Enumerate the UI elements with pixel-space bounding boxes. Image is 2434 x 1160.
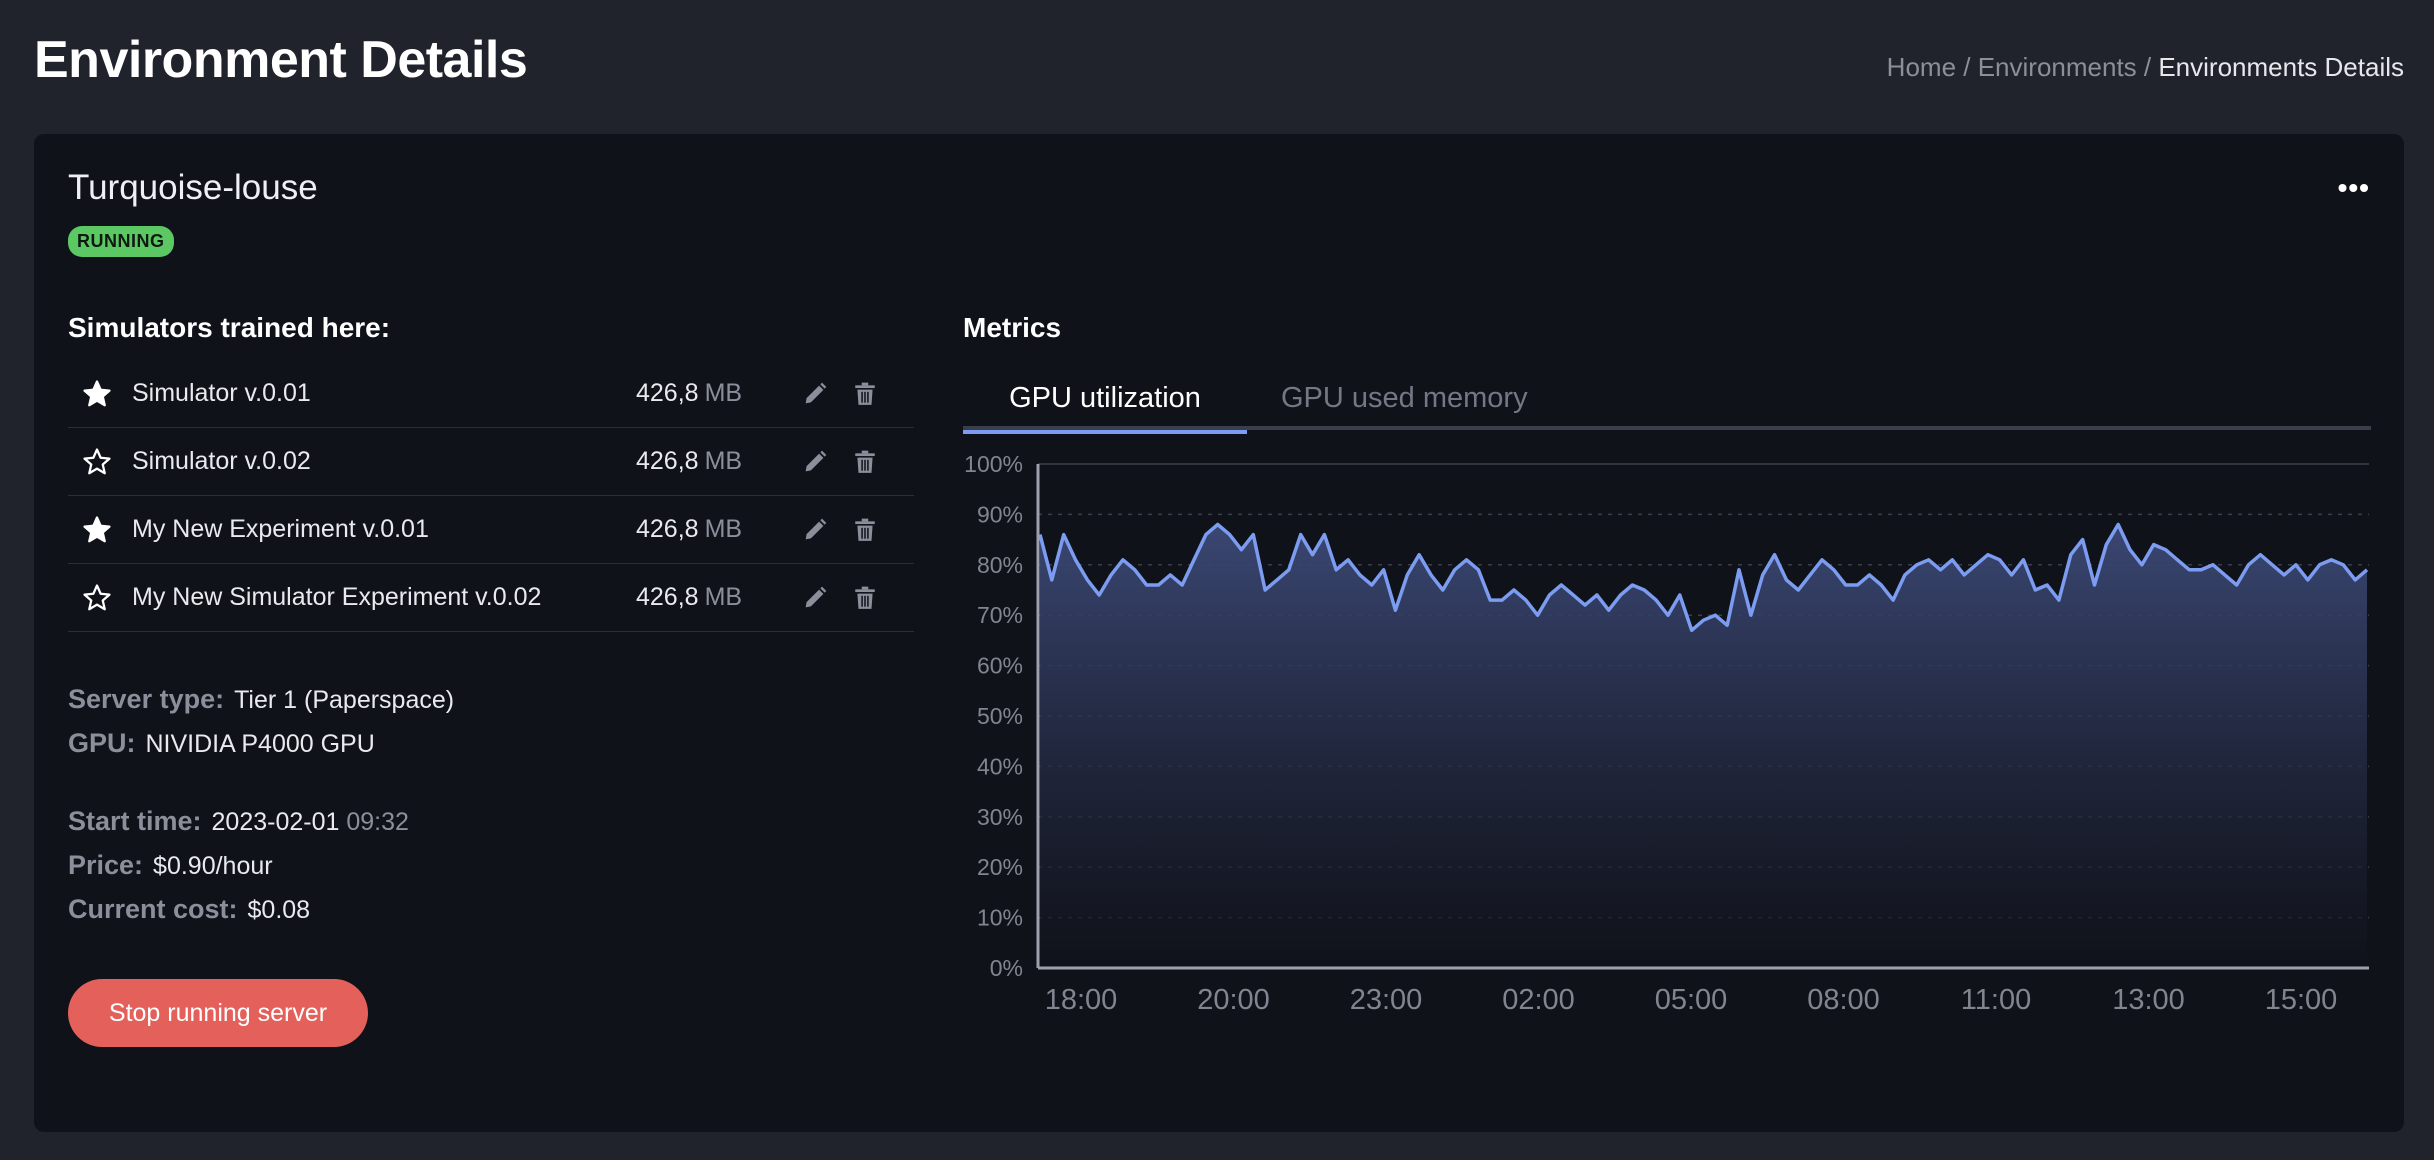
pencil-icon[interactable]: [801, 380, 829, 408]
simulator-size-value: 426,8: [636, 583, 699, 611]
environment-card: Turquoise-louse RUNNING ••• Simulators t…: [34, 134, 2404, 1132]
star-outline-icon[interactable]: [82, 447, 112, 477]
simulator-row[interactable]: Simulator v.0.01 426,8 MB: [68, 360, 914, 428]
simulator-name: My New Experiment v.0.01: [132, 515, 429, 543]
start-time-value: 09:32: [346, 808, 409, 836]
x-tick-label: 11:00: [1961, 984, 2031, 1014]
breadcrumb-current: Environments Details: [2158, 52, 2404, 82]
breadcrumb: Home / Environments / Environments Detai…: [1887, 52, 2404, 83]
server-type: Server type: Tier 1 (Paperspace): [68, 684, 454, 715]
server-type-value: Tier 1 (Paperspace): [234, 686, 455, 714]
star-filled-icon[interactable]: [82, 379, 112, 409]
simulators-list: Simulator v.0.01 426,8 MB Simulator v.0.0…: [68, 360, 914, 632]
server-type-label: Server type:: [68, 684, 225, 714]
x-tick-label: 05:00: [1655, 984, 1728, 1014]
y-tick-label: 0%: [990, 955, 1023, 981]
breadcrumb-environments-link[interactable]: Environments: [1978, 52, 2137, 82]
breadcrumb-home-link[interactable]: Home: [1887, 52, 1956, 82]
gpu-utilization-chart: 0% 10% 20% 30% 40% 50% 60% 70% 80% 90% 100% 18:00 20…: [964, 454, 2369, 1014]
start-time-label: Start time:: [68, 806, 202, 836]
x-tick-label: 15:00: [2265, 984, 2338, 1014]
tab-gpu-used-memory[interactable]: GPU used memory: [1281, 382, 1528, 430]
y-tick-label: 50%: [977, 703, 1023, 729]
y-tick-label: 40%: [977, 753, 1023, 779]
y-tick-label: 90%: [977, 501, 1023, 527]
simulator-size-value: 426,8: [636, 379, 699, 407]
simulator-size-unit: MB: [704, 447, 743, 475]
trash-icon[interactable]: [852, 516, 878, 544]
y-tick-label: 100%: [964, 454, 1023, 477]
simulator-size: 426,8 MB: [636, 447, 742, 476]
gpu-value: NIVIDIA P4000 GPU: [145, 730, 375, 758]
stop-server-button[interactable]: Stop running server: [68, 979, 368, 1047]
price-label: Price:: [68, 850, 144, 880]
current-cost-value: $0.08: [247, 896, 311, 924]
x-tick-label: 13:00: [2112, 984, 2185, 1014]
price: Price: $0.90/hour: [68, 850, 273, 881]
simulator-row[interactable]: Simulator v.0.02 426,8 MB: [68, 428, 914, 496]
gpu-info: GPU: NIVIDIA P4000 GPU: [68, 728, 375, 759]
pencil-icon[interactable]: [801, 448, 829, 476]
metrics-heading: Metrics: [963, 312, 1062, 343]
current-cost: Current cost: $0.08: [68, 894, 310, 925]
simulator-row[interactable]: My New Experiment v.0.01 426,8 MB: [68, 496, 914, 564]
star-filled-icon[interactable]: [82, 515, 112, 545]
x-tick-label: 02:00: [1502, 984, 1575, 1014]
simulator-name: My New Simulator Experiment v.0.02: [132, 583, 542, 611]
x-tick-label: 23:00: [1350, 984, 1423, 1014]
x-tick-label: 20:00: [1197, 984, 1270, 1014]
trash-icon[interactable]: [852, 448, 878, 476]
series-area: [1040, 524, 2367, 968]
simulator-size: 426,8 MB: [636, 583, 742, 612]
page-title: Environment Details: [34, 31, 528, 89]
status-badge: RUNNING: [68, 226, 174, 257]
y-tick-label: 70%: [977, 602, 1023, 628]
y-tick-label: 20%: [977, 854, 1023, 880]
y-tick-label: 80%: [977, 552, 1023, 578]
breadcrumb-separator: /: [2136, 52, 2159, 82]
price-value: $0.90/hour: [153, 852, 273, 880]
y-tick-label: 30%: [977, 804, 1023, 830]
environment-name: Turquoise-louse: [68, 168, 318, 207]
x-tick-label: 08:00: [1807, 984, 1880, 1014]
simulator-name: Simulator v.0.01: [132, 379, 311, 407]
simulator-size-value: 426,8: [636, 447, 699, 475]
trash-icon[interactable]: [852, 584, 878, 612]
start-date-value: 2023-02-01: [211, 808, 340, 836]
y-tick-label: 60%: [977, 653, 1023, 679]
simulators-heading: Simulators trained here:: [68, 312, 391, 343]
simulator-size: 426,8 MB: [636, 515, 742, 544]
simulator-size-value: 426,8: [636, 515, 699, 543]
trash-icon[interactable]: [852, 380, 878, 408]
simulator-size-unit: MB: [704, 379, 743, 407]
y-tick-label: 10%: [977, 905, 1023, 931]
gpu-label: GPU:: [68, 728, 136, 758]
simulator-size-unit: MB: [704, 515, 743, 543]
start-time: Start time: 2023-02-01 09:32: [68, 806, 409, 837]
star-outline-icon[interactable]: [82, 583, 112, 613]
simulator-name: Simulator v.0.02: [132, 447, 311, 475]
more-options-button[interactable]: •••: [2338, 172, 2370, 204]
breadcrumb-separator: /: [1956, 52, 1978, 82]
pencil-icon[interactable]: [801, 584, 829, 612]
current-cost-label: Current cost:: [68, 894, 238, 924]
x-tick-label: 18:00: [1045, 984, 1118, 1014]
pencil-icon[interactable]: [801, 516, 829, 544]
simulator-size: 426,8 MB: [636, 379, 742, 408]
simulator-row[interactable]: My New Simulator Experiment v.0.02 426,8…: [68, 564, 914, 632]
tab-gpu-utilization[interactable]: GPU utilization: [963, 382, 1247, 434]
simulator-size-unit: MB: [704, 583, 743, 611]
metrics-tabs: GPU utilization GPU used memory: [963, 382, 2371, 434]
